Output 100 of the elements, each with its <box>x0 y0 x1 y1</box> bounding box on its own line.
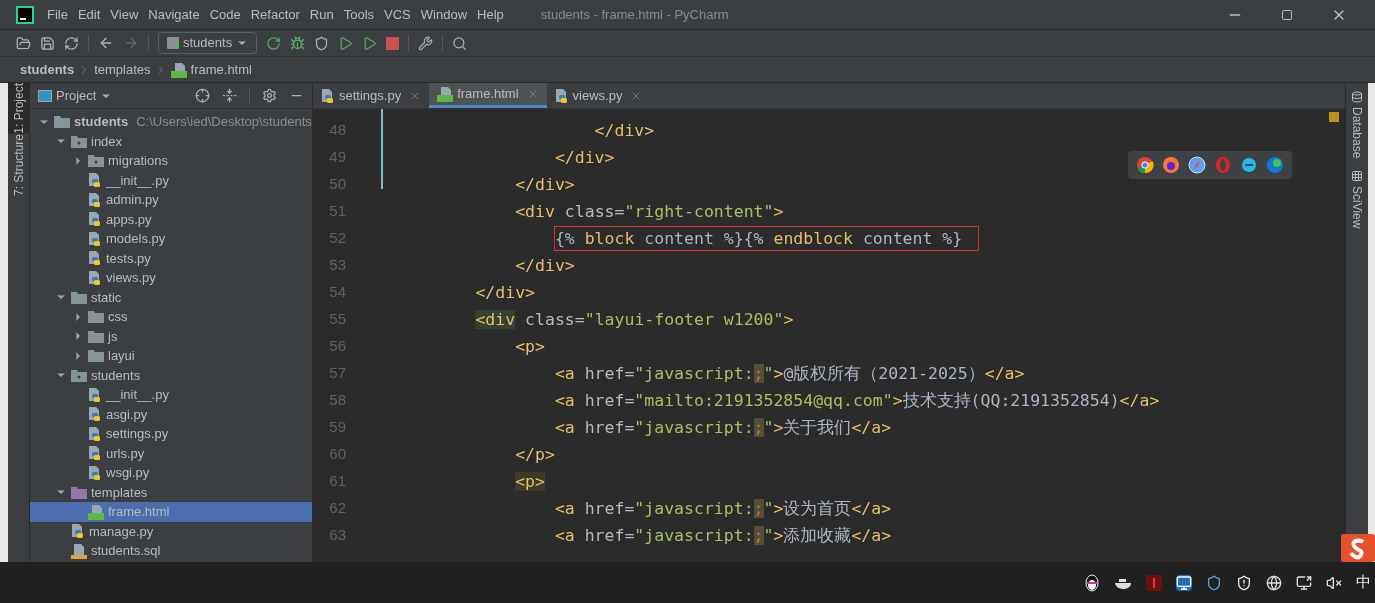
tree-item-label: templates <box>91 483 148 502</box>
editor-tab[interactable]: views.py <box>546 83 651 108</box>
open-folder-icon[interactable] <box>16 35 31 51</box>
tree-item-label: models.py <box>106 230 166 248</box>
tree-item[interactable]: views.py <box>30 268 312 288</box>
maximize-icon[interactable] <box>1281 8 1293 21</box>
breadcrumb[interactable]: students <box>20 59 75 80</box>
tree-item[interactable]: js <box>30 326 312 346</box>
tree-item-label: settings.py <box>106 425 169 443</box>
warning-marker[interactable] <box>1329 112 1339 122</box>
editor-tab[interactable]: frame.html <box>429 83 547 108</box>
input-method-icon[interactable] <box>1341 534 1375 562</box>
menu-item[interactable]: View <box>105 4 144 25</box>
profile-icon[interactable] <box>338 35 354 51</box>
tree-item[interactable]: __init__.py <box>30 385 312 405</box>
tree-item[interactable]: wsgi.py <box>30 463 312 483</box>
input-method-indicator[interactable]: 中 <box>1356 571 1371 594</box>
menu-item[interactable]: VCS <box>379 4 416 25</box>
tree-item-label: frame.html <box>108 503 170 521</box>
tree-item[interactable]: static <box>30 287 312 307</box>
tree-item[interactable]: urls.py <box>30 443 312 463</box>
stop-icon[interactable] <box>386 36 400 50</box>
security-shield-icon[interactable] <box>1236 574 1252 591</box>
tree-item[interactable]: tests.py <box>30 248 312 268</box>
code-line: </div> <box>515 174 575 195</box>
project-view-icon <box>38 89 52 102</box>
sync-icon[interactable] <box>64 35 79 51</box>
project-view-dropdown[interactable]: Project <box>56 85 113 106</box>
tree-item[interactable]: models.py <box>30 229 312 249</box>
html-file-icon <box>170 61 187 78</box>
chrome-icon[interactable] <box>1136 156 1154 174</box>
python-file-icon <box>88 172 102 189</box>
tree-item[interactable]: migrations <box>30 151 312 171</box>
menu-item[interactable]: Help <box>472 4 509 25</box>
tree-item-label: admin.py <box>106 191 159 209</box>
tree-item[interactable]: apps.py <box>30 209 312 229</box>
rerun-icon[interactable] <box>266 35 282 51</box>
folder-icon <box>88 349 104 363</box>
code-line: </p> <box>515 444 555 465</box>
network-icon[interactable] <box>1266 574 1282 591</box>
tree-item[interactable]: css <box>30 307 312 327</box>
penguin-icon[interactable] <box>1084 573 1100 592</box>
line-number: 61 <box>328 471 346 492</box>
menu-item[interactable]: Tools <box>338 4 380 25</box>
tree-item[interactable]: admin.py <box>30 190 312 210</box>
collapse-all-icon[interactable] <box>222 88 237 103</box>
code-line: <a href="javascript:;">添加收藏</a> <box>554 525 892 546</box>
window-title: students - frame.html - PyCharm <box>540 5 729 24</box>
ie-icon[interactable] <box>1240 156 1258 174</box>
firefox-icon[interactable] <box>1162 156 1180 174</box>
tree-item[interactable]: students.sql <box>30 541 312 561</box>
menu-item[interactable]: Refactor <box>245 4 305 25</box>
debug-icon[interactable] <box>290 35 306 51</box>
menu-item[interactable]: Edit <box>72 4 106 25</box>
app-tray-icon[interactable] <box>1146 574 1162 591</box>
tool-window-tab[interactable]: Database <box>1348 91 1366 159</box>
tree-item[interactable]: index <box>30 131 312 151</box>
line-number: 54 <box>328 282 346 303</box>
tree-item[interactable]: __init__.py <box>30 170 312 190</box>
code-line: <a href="javascript:;">关于我们</a> <box>554 417 892 438</box>
breadcrumb[interactable]: templates <box>94 59 151 80</box>
menu-item[interactable]: Window <box>415 4 473 25</box>
coverage-icon[interactable] <box>314 35 330 51</box>
back-icon[interactable] <box>98 35 114 51</box>
settings-icon[interactable] <box>262 88 277 103</box>
tree-item[interactable]: templates <box>30 482 312 502</box>
tree-item[interactable]: layui <box>30 346 312 366</box>
menu-item[interactable]: File <box>42 4 73 25</box>
tree-item-label: urls.py <box>106 444 145 463</box>
tree-item[interactable]: settings.py <box>30 424 312 444</box>
edge-icon[interactable] <box>1266 156 1284 174</box>
tool-window-tab[interactable]: 1: Project <box>8 83 30 134</box>
settings-wrench-icon[interactable] <box>418 35 434 51</box>
compass-icon[interactable] <box>1188 156 1206 174</box>
tool-window-tab[interactable]: 7: Structure <box>8 133 30 196</box>
shield-icon[interactable] <box>1206 574 1222 591</box>
tool-window-tab[interactable]: SciView <box>1348 170 1366 229</box>
tree-item[interactable]: students <box>30 365 312 385</box>
tree-item[interactable]: students C:\Users\ied\Desktop\students <box>30 112 312 132</box>
python-file-icon <box>88 445 102 462</box>
screen-icon[interactable] <box>1296 574 1312 591</box>
menu-item[interactable]: Navigate <box>143 4 205 25</box>
run-list-icon[interactable] <box>362 35 378 51</box>
run-config-dropdown[interactable]: students <box>158 32 258 54</box>
sql-file-icon <box>71 542 87 559</box>
menu-item[interactable]: Run <box>304 4 339 25</box>
locate-icon[interactable] <box>195 88 210 103</box>
package-folder-icon <box>71 134 87 148</box>
save-icon[interactable] <box>40 35 55 51</box>
tree-item[interactable]: manage.py <box>30 521 312 541</box>
breadcrumb[interactable]: frame.html <box>190 59 252 80</box>
tree-item[interactable]: asgi.py <box>30 404 312 424</box>
line-number: 52 <box>328 228 346 249</box>
muted-speaker-icon[interactable] <box>1326 574 1342 591</box>
monitor-icon[interactable] <box>1176 574 1192 591</box>
menu-item[interactable]: Code <box>204 4 246 25</box>
html-file-icon <box>437 86 454 102</box>
search-icon[interactable] <box>452 35 468 51</box>
tree-item-label: tests.py <box>106 249 151 268</box>
editor-tab[interactable]: settings.py <box>313 83 430 108</box>
